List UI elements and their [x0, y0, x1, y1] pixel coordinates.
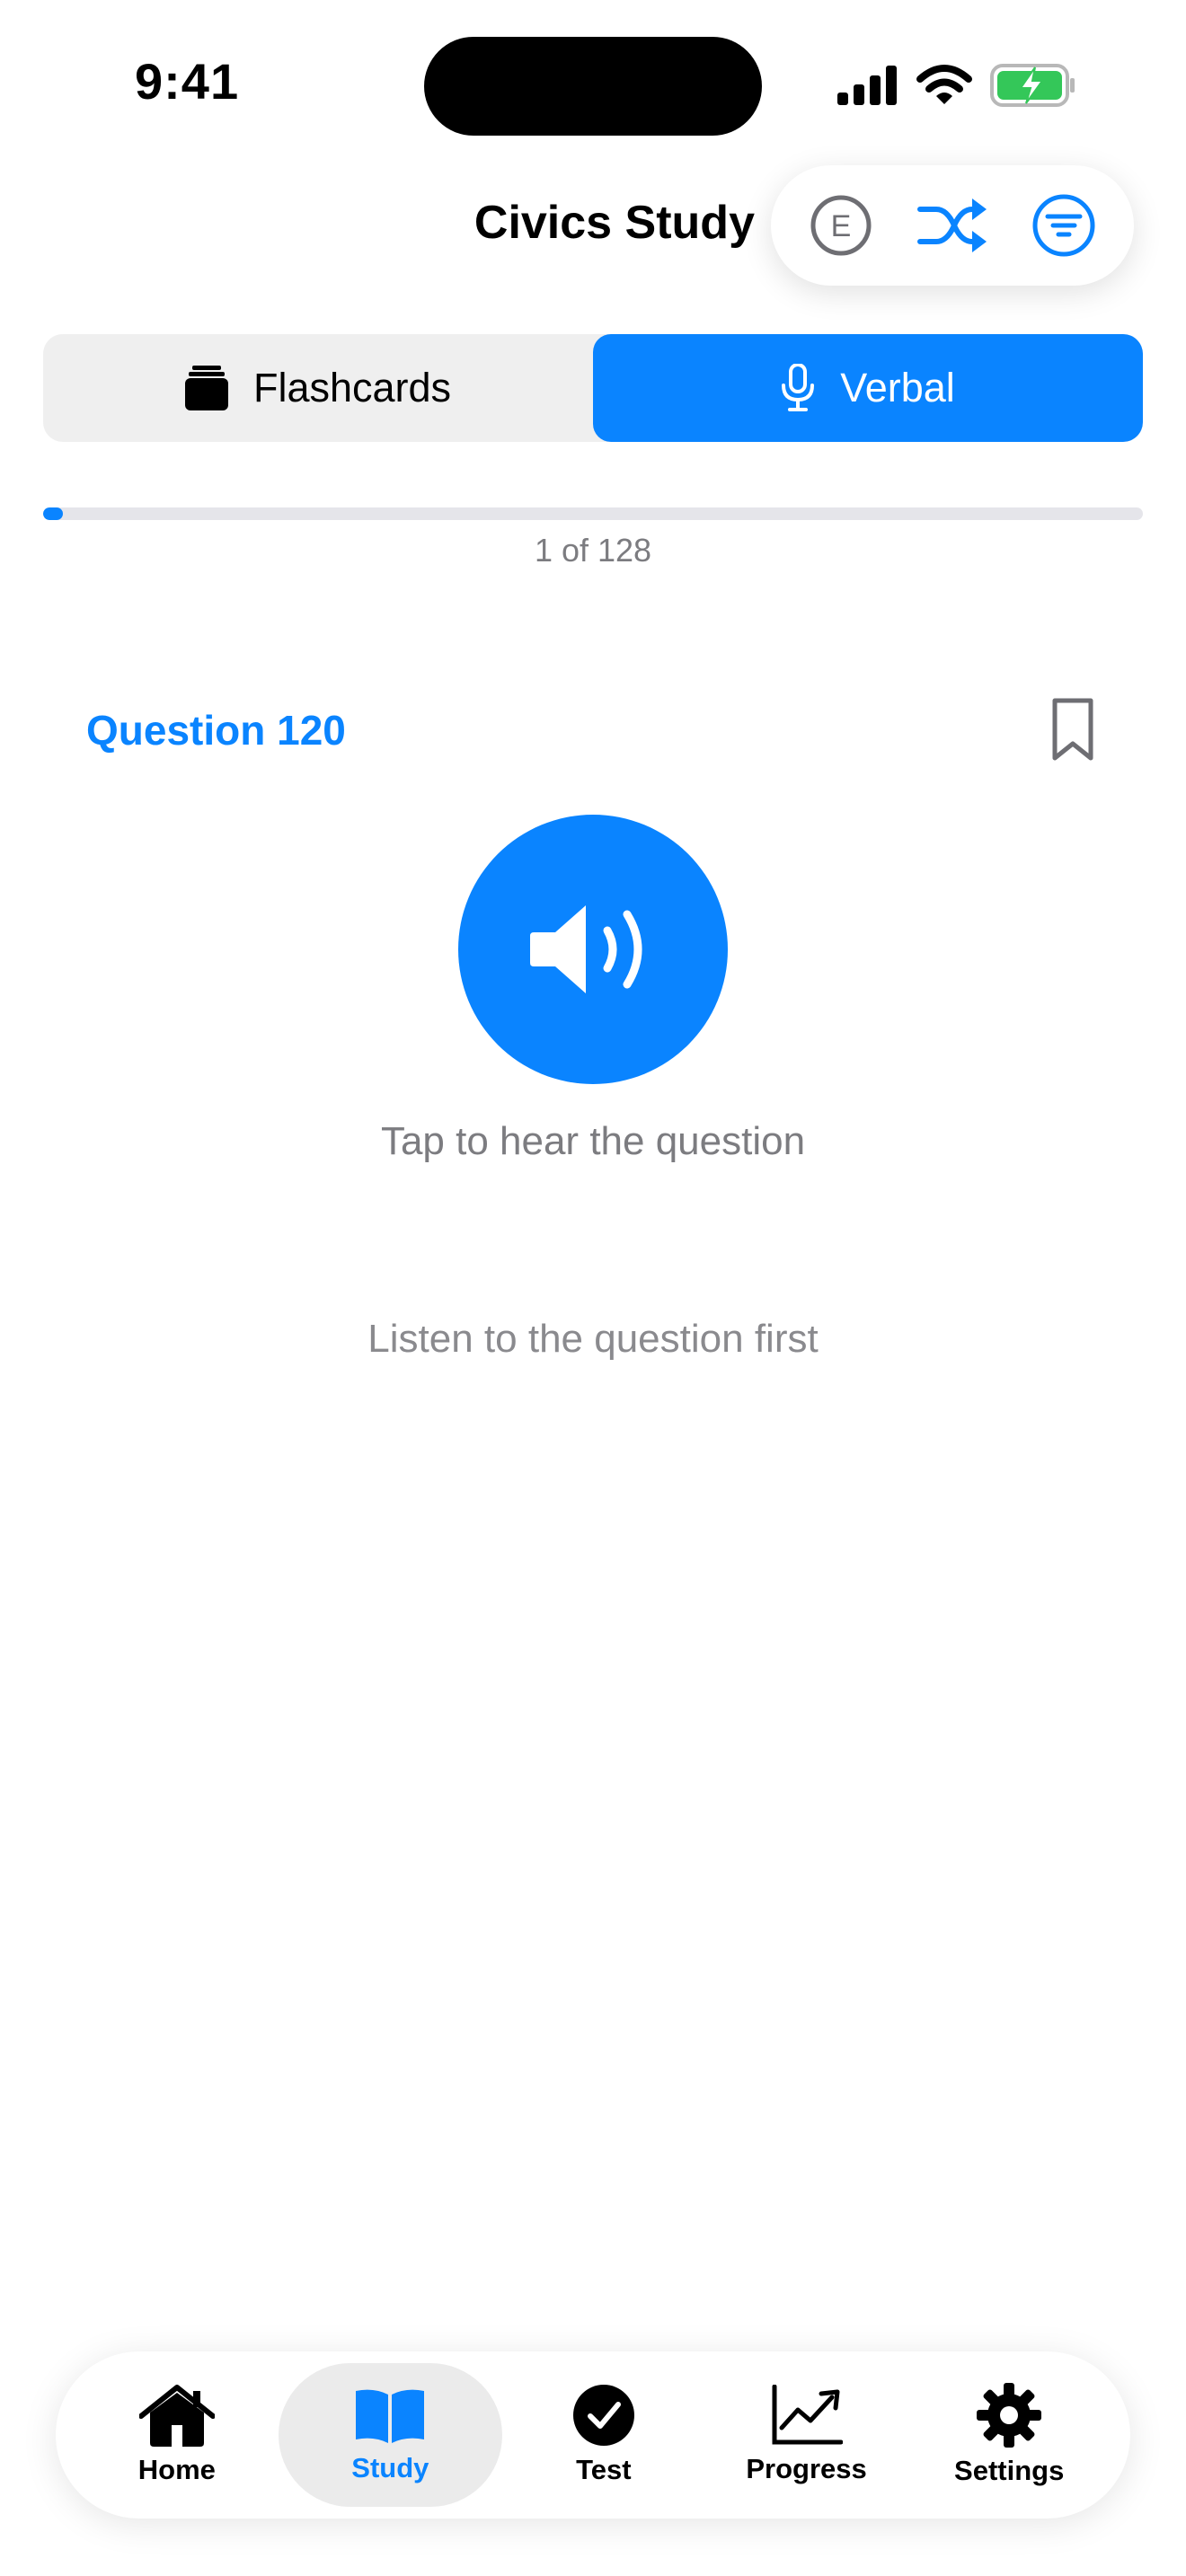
progress-fill — [43, 507, 64, 520]
tab-bar-study[interactable]: Study — [278, 2363, 503, 2507]
question-number: Question 120 — [86, 707, 346, 754]
filter-icon — [1032, 194, 1095, 257]
status-icons — [836, 63, 1076, 108]
tab-verbal[interactable]: Verbal — [593, 334, 1143, 442]
listen-hint: Listen to the question first — [367, 1317, 819, 1361]
tab-bar: Home Study Test Progress Settings — [56, 2351, 1130, 2519]
status-time: 9:41 — [135, 53, 240, 110]
bookmark-button[interactable] — [1046, 697, 1100, 762]
language-button[interactable]: E — [801, 185, 881, 266]
book-icon — [356, 2389, 425, 2443]
tab-bar-settings[interactable]: Settings — [907, 2363, 1111, 2507]
tab-bar-settings-label: Settings — [954, 2455, 1065, 2486]
bookmark-icon — [1052, 698, 1093, 761]
tab-bar-home-label: Home — [137, 2454, 216, 2485]
filter-button[interactable] — [1023, 185, 1104, 266]
mode-segmented-control: Flashcards Verbal — [43, 334, 1143, 442]
tab-verbal-label: Verbal — [840, 365, 955, 410]
language-english-icon: E — [810, 195, 872, 256]
toolbar: E — [771, 165, 1134, 286]
tab-bar-progress-label: Progress — [746, 2453, 867, 2484]
language-glyph: E — [831, 209, 852, 243]
tab-flashcards-label: Flashcards — [252, 365, 452, 410]
cellular-signal-icon — [837, 66, 897, 105]
checkmark-circle-icon — [572, 2385, 634, 2446]
shuffle-icon — [917, 198, 987, 252]
tab-bar-test[interactable]: Test — [502, 2363, 705, 2507]
speaker-wave-icon — [530, 905, 642, 993]
tab-bar-progress[interactable]: Progress — [705, 2363, 908, 2507]
dynamic-island — [424, 37, 762, 136]
chart-line-icon — [772, 2385, 843, 2445]
tap-hint: Tap to hear the question — [380, 1119, 806, 1163]
play-question-button[interactable] — [458, 815, 728, 1084]
tab-bar-home[interactable]: Home — [75, 2363, 279, 2507]
house-icon — [138, 2385, 215, 2447]
gear-icon — [977, 2383, 1042, 2448]
wifi-icon — [916, 65, 972, 104]
progress-bar — [43, 507, 1143, 520]
stack-icon — [184, 366, 228, 410]
battery-charging-icon — [990, 64, 1075, 107]
tab-bar-study-label: Study — [351, 2452, 429, 2483]
microphone-icon — [782, 364, 815, 411]
page-title: Civics Study — [474, 197, 755, 249]
tab-bar-test-label: Test — [576, 2454, 632, 2485]
tab-flashcards[interactable]: Flashcards — [43, 334, 593, 442]
progress-label: 1 of 128 — [534, 532, 652, 569]
shuffle-button[interactable] — [912, 185, 993, 266]
